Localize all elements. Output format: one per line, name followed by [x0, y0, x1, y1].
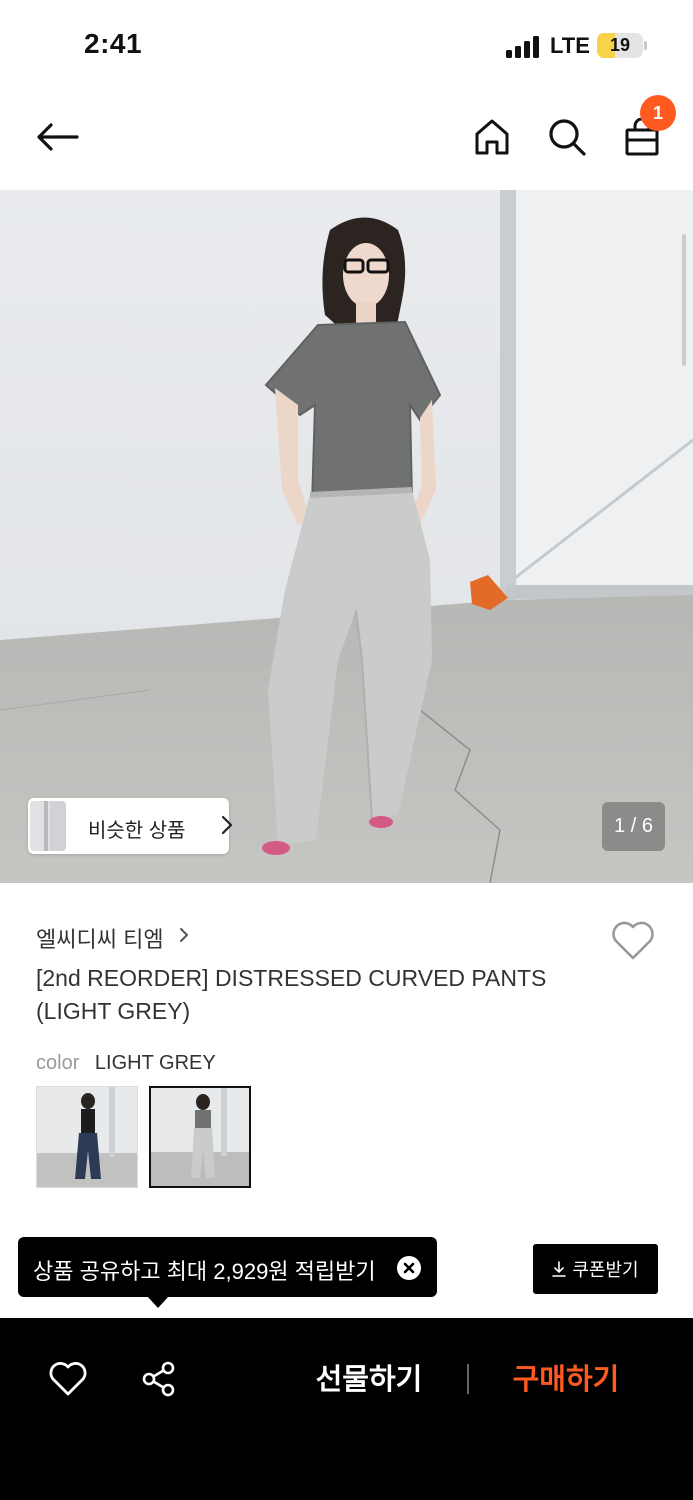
status-time: 2:41	[84, 28, 143, 59]
share-icon[interactable]	[140, 1360, 178, 1398]
heart-icon[interactable]	[48, 1360, 88, 1398]
status-bar: 2:41 LTE 19	[0, 0, 693, 90]
bottom-bar-divider	[467, 1364, 469, 1394]
top-navigation	[0, 90, 693, 190]
tooltip-close-button[interactable]	[397, 1256, 421, 1280]
coupon-download-button[interactable]: 쿠폰받기	[533, 1244, 658, 1294]
chevron-right-icon	[180, 928, 188, 942]
battery-icon: 19	[597, 33, 643, 58]
scroll-indicator	[682, 234, 686, 366]
similar-products-button[interactable]: 비슷한 상품	[28, 798, 233, 854]
product-title: [2nd REORDER] DISTRESSED CURVED PANTS (L…	[36, 965, 547, 1024]
image-page-counter: 1 / 6	[602, 802, 665, 851]
similar-products-label: 비슷한 상품	[88, 820, 186, 842]
battery-tip	[644, 41, 647, 50]
chevron-right-icon	[221, 815, 233, 835]
search-button[interactable]	[542, 112, 592, 162]
cart-count-badge: 1	[640, 95, 676, 131]
share-reward-tooltip: 상품 공유하고 최대 2,929원 적립받기	[18, 1237, 437, 1297]
buy-button[interactable]: 구매하기	[495, 1358, 637, 1402]
color-value: LIGHT GREY	[94, 1052, 216, 1074]
signal-icon	[506, 36, 542, 58]
color-swatch-option[interactable]	[36, 1086, 138, 1188]
product-image-gallery[interactable]: 비슷한 상품 1 / 6	[0, 190, 693, 883]
color-swatch-selected[interactable]	[149, 1086, 251, 1188]
battery-level: 19	[609, 35, 631, 55]
tooltip-arrow	[147, 1296, 169, 1308]
gift-button[interactable]: 선물하기	[300, 1358, 438, 1402]
bottom-action-bar	[0, 1318, 693, 1500]
share-reward-text: 상품 공유하고 최대 2,929원 적립받기	[33, 1259, 376, 1284]
home-icon	[475, 119, 509, 155]
coupon-label: 쿠폰받기	[572, 1260, 639, 1280]
network-label: LTE	[550, 33, 590, 58]
arrow-left-icon	[37, 123, 79, 151]
color-row: color LIGHT GREY	[36, 1052, 216, 1075]
color-label: color	[36, 1052, 80, 1074]
download-icon	[552, 1261, 567, 1277]
back-button[interactable]	[32, 112, 82, 162]
product-photo	[0, 190, 693, 883]
wishlist-heart-icon[interactable]	[610, 918, 656, 962]
home-button[interactable]	[467, 112, 517, 162]
similar-product-thumbnail	[30, 801, 66, 851]
close-icon	[403, 1262, 415, 1274]
brand-link[interactable]: 엘씨디씨 티엠	[36, 922, 164, 954]
search-icon	[549, 119, 586, 156]
